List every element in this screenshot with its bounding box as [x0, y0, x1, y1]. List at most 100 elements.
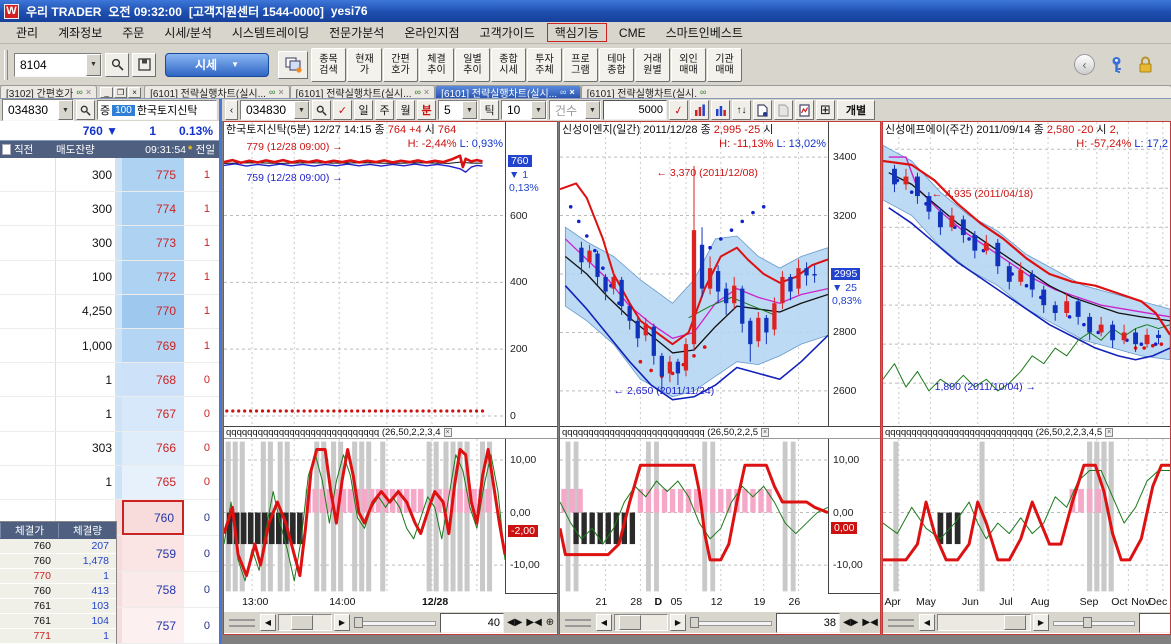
period-button-월[interactable]: 월	[396, 100, 415, 120]
blue-bars-chart-button[interactable]	[711, 100, 730, 120]
bid-price[interactable]: 757	[122, 608, 184, 643]
favorite-mark-button[interactable]: ✓	[333, 100, 352, 120]
count-combo[interactable]: 건수▼	[549, 100, 601, 120]
tab-5[interactable]: [6101] 전략실행차트(실시.∞	[581, 85, 1171, 98]
menu-item-5[interactable]: 시스템트레이딩	[224, 23, 317, 42]
scroll-right-button[interactable]: ▶	[334, 614, 350, 631]
zoom-slider[interactable]	[1051, 614, 1137, 631]
chevron-down-icon[interactable]: ▼	[86, 54, 101, 76]
close-tab-icon[interactable]: ×	[278, 87, 283, 97]
zoom-slider[interactable]	[688, 614, 774, 631]
scroll-right-button[interactable]: ▶	[1033, 614, 1049, 631]
bars-count-input[interactable]	[776, 613, 840, 633]
ask-row[interactable]: 4,2507701	[0, 295, 219, 329]
chevron-down-icon[interactable]: ▼	[585, 101, 600, 119]
quick-button-12[interactable]: 기관매매	[707, 48, 742, 82]
ask-row[interactable]: 3037660	[0, 432, 219, 466]
close-tab-icon[interactable]: ×	[86, 87, 91, 97]
tab-2[interactable]: [6101] 전략실행차트(실시...∞×	[144, 85, 290, 98]
zoom-slider-thumb[interactable]	[354, 617, 363, 628]
close-indicator-icon[interactable]: ×	[761, 428, 769, 437]
quick-button-8[interactable]: 프로그램	[563, 48, 598, 82]
red-bars-chart-button[interactable]	[690, 100, 709, 120]
zoom-slider[interactable]	[352, 614, 438, 631]
save-button[interactable]	[132, 53, 156, 77]
quick-button-6[interactable]: 종합시세	[491, 48, 526, 82]
scroll-thumb[interactable]	[1004, 615, 1026, 630]
period-button-주[interactable]: 주	[375, 100, 394, 120]
collapse-toolbar-button[interactable]: ‹	[1074, 54, 1095, 75]
shrink-bars-icon[interactable]: ▶◀	[861, 617, 878, 628]
copy-chart-button[interactable]	[753, 100, 772, 120]
scroll-track[interactable]	[278, 614, 332, 631]
bars-count-input[interactable]	[1139, 613, 1171, 633]
resize-grip[interactable]	[888, 619, 914, 627]
quick-button-4[interactable]: 체결추이	[419, 48, 454, 82]
ask-price[interactable]: 768	[122, 363, 184, 396]
menu-item-4[interactable]: 시세/분석	[156, 23, 220, 42]
quick-button-10[interactable]: 거래원별	[635, 48, 670, 82]
period-button-일[interactable]: 일	[354, 100, 373, 120]
report-chart-button[interactable]	[795, 100, 814, 120]
chart-search-button[interactable]	[312, 100, 331, 120]
menu-item-2[interactable]: 계좌정보	[50, 23, 110, 42]
resize-grip[interactable]	[229, 619, 255, 627]
new-window-button[interactable]	[278, 51, 308, 79]
lock-icon[interactable]	[1138, 56, 1153, 73]
bid-price[interactable]: 760	[122, 500, 184, 535]
link-icon[interactable]: ∞	[76, 87, 82, 97]
chevron-down-icon[interactable]: ▼	[462, 101, 477, 119]
ask-price[interactable]: 769	[122, 329, 184, 362]
menu-item-1[interactable]: 관리	[8, 23, 46, 42]
mode-select-button[interactable]: 시세▼	[165, 53, 269, 77]
menu-item-10[interactable]: CME	[611, 25, 654, 41]
chart-symbol-combo[interactable]: 034830▼	[240, 100, 310, 120]
link-icon[interactable]: ∞	[269, 87, 275, 97]
ask-row[interactable]: 1007721	[0, 261, 219, 295]
ask-row[interactable]: 17680	[0, 363, 219, 397]
count-input[interactable]	[603, 100, 667, 120]
chevron-down-icon[interactable]: ▼	[294, 101, 309, 119]
quick-button-11[interactable]: 외인매매	[671, 48, 706, 82]
scroll-left-button[interactable]: ◀	[260, 614, 276, 631]
scroll-track[interactable]	[937, 614, 1031, 631]
auto-scroll-button[interactable]: ↑↓	[732, 100, 751, 120]
ask-price[interactable]: 767	[122, 397, 184, 430]
quick-button-5[interactable]: 일별추이	[455, 48, 490, 82]
price-axis-1[interactable]: 6004002000760▼ 10,13%	[505, 122, 557, 426]
zoom-out-icon[interactable]: ⊖	[557, 617, 558, 628]
tick-interval-combo[interactable]: 10▼	[501, 100, 547, 120]
ask-price[interactable]: 765	[122, 466, 184, 499]
screen-number-combo[interactable]: 8104▼	[14, 53, 102, 77]
quick-button-7[interactable]: 투자주체	[527, 48, 562, 82]
ask-price[interactable]: 772	[122, 261, 184, 294]
toolbar-grip[interactable]	[4, 50, 8, 80]
ask-price[interactable]: 766	[122, 432, 184, 465]
expand-bars-icon[interactable]: ◀▶	[842, 617, 859, 628]
menu-item-9[interactable]: 핵심기능	[547, 23, 607, 42]
menu-item-6[interactable]: 전문가분석	[321, 23, 392, 42]
ask-row[interactable]: 3007731	[0, 226, 219, 260]
quick-button-9[interactable]: 테마종합	[599, 48, 634, 82]
price-pane-1[interactable]: 한국토지신탁(5분) 12/27 14:15 종 764 +4 시 764 H:…	[224, 122, 557, 426]
scroll-left-button[interactable]: ◀	[596, 614, 612, 631]
zoom-in-icon[interactable]: ⊕	[545, 617, 555, 628]
scroll-left-button[interactable]: ◀	[919, 614, 935, 631]
bid-price[interactable]: 759	[122, 536, 184, 571]
link-icon[interactable]: ∞	[700, 87, 706, 97]
indicator-pane-3[interactable]	[883, 439, 1170, 594]
scroll-track[interactable]	[614, 614, 668, 631]
tick-button[interactable]: 틱	[480, 100, 499, 120]
search-button[interactable]	[105, 53, 129, 77]
chevron-down-icon[interactable]: ▼	[531, 101, 546, 119]
ask-price[interactable]: 775	[122, 158, 184, 191]
menu-item-11[interactable]: 스마트인베스트	[658, 23, 751, 42]
key-icon[interactable]	[1109, 56, 1124, 74]
indicator-axis-1[interactable]: 10,000,00-10,00-2,00	[505, 439, 557, 593]
scroll-right-button[interactable]: ▶	[670, 614, 686, 631]
quick-button-2[interactable]: 현재가	[347, 48, 382, 82]
ask-row[interactable]: 3007741	[0, 192, 219, 226]
minimize-button[interactable]: _	[100, 87, 113, 98]
price-axis-2[interactable]: 34003200280026002995▼ 250,83%	[828, 122, 880, 426]
trendline-tool-button[interactable]: ✓	[669, 100, 688, 120]
